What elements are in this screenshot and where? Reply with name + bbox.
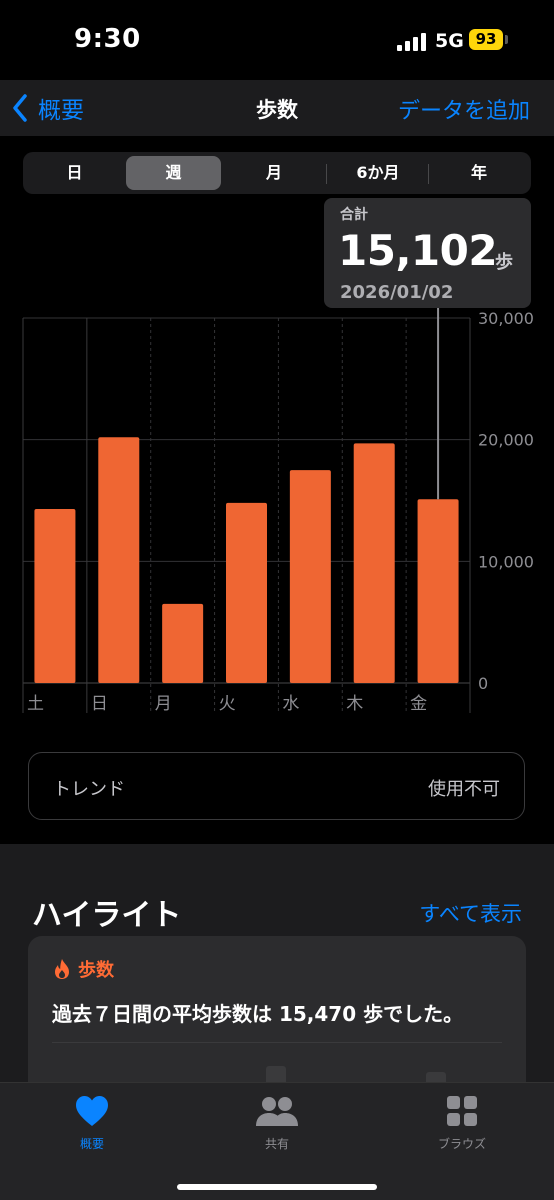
tab-browse[interactable]: ブラウズ: [402, 1093, 522, 1152]
trend-card[interactable]: トレンド 使用不可: [28, 752, 525, 820]
highlight-text: 過去７日間の平均歩数は 15,470 歩でした。: [52, 1002, 464, 1026]
bar-2[interactable]: [162, 603, 204, 683]
heart-icon: [76, 1096, 108, 1126]
tab-browse-label: ブラウズ: [437, 1137, 486, 1151]
segment-month[interactable]: 月: [225, 156, 323, 190]
y-tick-label: 10,000: [478, 552, 534, 571]
add-data-button[interactable]: データを追加: [398, 93, 530, 125]
show-all-link[interactable]: すべて表示: [419, 898, 522, 928]
home-indicator: [177, 1184, 377, 1190]
segment-six-months[interactable]: 6か月: [329, 156, 427, 190]
segment-week[interactable]: 週: [126, 156, 221, 190]
x-tick-label: 金: [410, 694, 427, 714]
selection-callout: 合計 15,102 歩 2026/01/02: [324, 198, 531, 308]
flame-icon: [55, 959, 69, 979]
callout-label: 合計: [340, 207, 368, 223]
bar-1[interactable]: [98, 437, 140, 683]
highlight-category: 歩数: [52, 956, 114, 982]
tab-bar: 概要 共有 ブラウズ: [0, 1082, 554, 1200]
network-type: 5G: [435, 30, 464, 52]
segment-divider: [326, 164, 327, 184]
highlight-category-label: 歩数: [78, 960, 114, 981]
segment-year[interactable]: 年: [431, 156, 527, 190]
x-tick-label: 木: [346, 694, 363, 714]
battery-icon: 93: [469, 29, 503, 50]
bar-3[interactable]: [226, 502, 267, 683]
tab-summary-label: 概要: [79, 1137, 104, 1151]
grid-icon: [447, 1096, 477, 1126]
x-tick-label: 日: [91, 694, 108, 714]
people-icon: [256, 1097, 298, 1126]
trend-label: トレンド: [53, 779, 125, 800]
status-time: 9:30: [74, 24, 141, 54]
tab-sharing-label: 共有: [264, 1137, 289, 1151]
y-tick-label: 20,000: [478, 431, 534, 450]
callout-value: 15,102: [338, 226, 498, 275]
battery-tip: [505, 35, 508, 44]
tab-sharing[interactable]: 共有: [217, 1093, 337, 1152]
segment-divider: [428, 164, 429, 184]
trend-value: 使用不可: [428, 779, 500, 800]
x-tick-label: 火: [219, 694, 236, 714]
x-tick-label: 水: [282, 694, 299, 714]
x-tick-label: 土: [27, 694, 44, 714]
y-tick-label: 0: [478, 674, 488, 693]
status-bar: 9:30 5G 93: [0, 0, 554, 80]
cellular-signal-icon: [397, 33, 429, 51]
highlights-title: ハイライト: [32, 898, 182, 933]
bar-4[interactable]: [289, 470, 331, 683]
navigation-bar: 概要 歩数 データを追加: [0, 80, 554, 136]
bar-0[interactable]: [34, 509, 76, 683]
callout-unit: 歩: [495, 252, 513, 273]
period-segmented-control: 日 週 月 6か月 年: [23, 152, 531, 194]
steps-bar-chart[interactable]: 0 10,000 20,000 30,000 土 日 月 火 水 木 金: [0, 300, 554, 720]
y-tick-label: 30,000: [478, 309, 534, 328]
bar-5[interactable]: [353, 443, 395, 683]
tab-summary[interactable]: 概要: [32, 1093, 152, 1152]
bar-6[interactable]: [417, 499, 459, 683]
x-tick-label: 月: [155, 694, 172, 714]
segment-day[interactable]: 日: [27, 156, 122, 190]
highlight-divider: [52, 1042, 502, 1043]
